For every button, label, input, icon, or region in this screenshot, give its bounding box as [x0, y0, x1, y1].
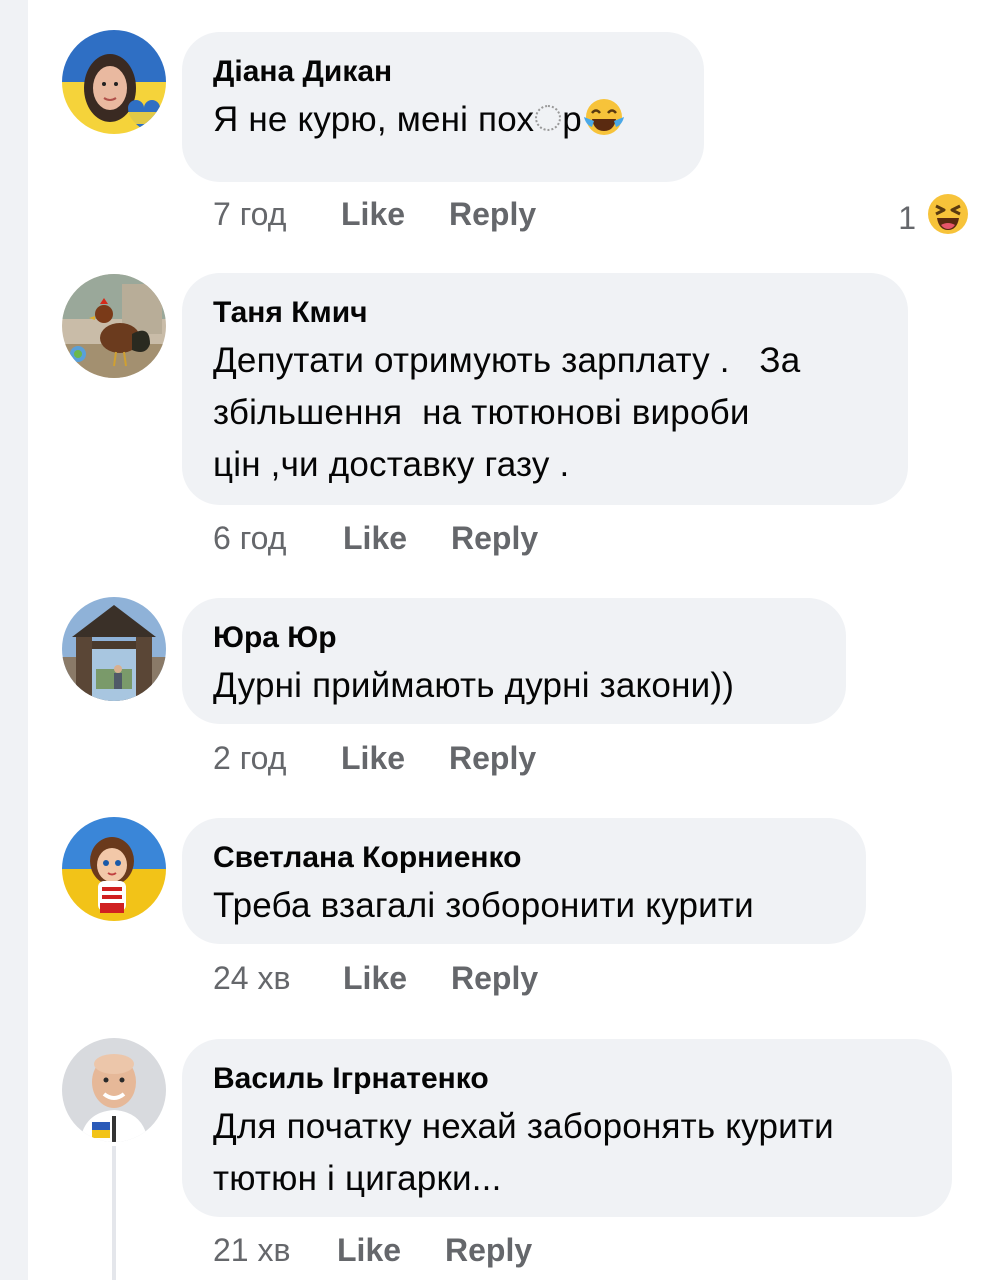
comment-author[interactable]: Василь Ігрнатенко [213, 1061, 921, 1097]
haha-reaction-icon [926, 192, 970, 244]
comment-text-line: збільшення на тютюнові вироби [213, 393, 750, 432]
avatar-image [62, 274, 166, 378]
avatar-image [62, 1038, 166, 1142]
comment-text: Депутати отримують зарплату . За збільше… [213, 335, 877, 491]
comment-actions: 6 год Like Reply [213, 520, 538, 557]
comment-actions: 2 год Like Reply [213, 740, 536, 777]
reply-thread-line [112, 1146, 116, 1280]
reply-button[interactable]: Reply [451, 520, 538, 557]
comment-time[interactable]: 7 год [213, 196, 341, 233]
comment-bubble: Діана Дикан Я не курю, мені пох р [182, 32, 704, 182]
reaction-summary[interactable]: 1 [898, 192, 970, 244]
comment-text-line: цін ,чи доставку газу . [213, 445, 570, 484]
comment-time[interactable]: 2 год [213, 740, 341, 777]
comment-author[interactable]: Діана Дикан [213, 54, 673, 90]
comment-text-tail: р [562, 100, 582, 139]
avatar[interactable] [62, 1038, 166, 1142]
like-button[interactable]: Like [341, 196, 449, 233]
comment-actions: 7 год Like Reply [213, 196, 536, 233]
comment-actions: 21 хв Like Reply [213, 1232, 532, 1269]
reply-button[interactable]: Reply [445, 1232, 532, 1269]
reply-button[interactable]: Reply [449, 196, 536, 233]
like-button[interactable]: Like [343, 520, 451, 557]
comment-text-line: Для початку нехай заборонять курити [213, 1107, 834, 1146]
comment-text: Для початку нехай заборонять курити тютю… [213, 1101, 921, 1205]
comment-text-main: Я не курю, мені пох [213, 100, 535, 139]
comment-text: Я не курю, мені пох р [213, 94, 673, 152]
comment-time[interactable]: 6 год [213, 520, 343, 557]
reply-button[interactable]: Reply [451, 960, 538, 997]
comment-time[interactable]: 21 хв [213, 1232, 337, 1269]
avatar-image [62, 817, 166, 921]
left-panel-edge [0, 0, 28, 1280]
comment-bubble: Таня Кмич Депутати отримують зарплату . … [182, 273, 908, 505]
comment-bubble: Светлана Корниенко Треба взагалі зоборон… [182, 818, 866, 944]
avatar[interactable] [62, 274, 166, 378]
comment-time[interactable]: 24 хв [213, 960, 343, 997]
avatar-image [62, 30, 166, 134]
comment-text: Дурні приймають дурні закони)) [213, 666, 735, 705]
comment-bubble: Василь Ігрнатенко Для початку нехай забо… [182, 1039, 952, 1217]
comment-author[interactable]: Таня Кмич [213, 295, 877, 331]
comment-text-line: Депутати отримують зарплату . За [213, 341, 801, 380]
like-button[interactable]: Like [343, 960, 451, 997]
comment-author[interactable]: Светлана Корниенко [213, 840, 835, 876]
censored-glyph-icon [535, 105, 562, 131]
comment-bubble: Юра Юр Дурні приймають дурні закони)) [182, 598, 846, 724]
avatar[interactable] [62, 817, 166, 921]
avatar-image [62, 597, 166, 701]
comment-author[interactable]: Юра Юр [213, 620, 815, 656]
like-button[interactable]: Like [337, 1232, 445, 1269]
comment-actions: 24 хв Like Reply [213, 960, 538, 997]
reaction-count: 1 [898, 199, 916, 236]
avatar[interactable] [62, 597, 166, 701]
laughing-emoji-icon [582, 97, 626, 152]
avatar[interactable] [62, 30, 166, 134]
reply-button[interactable]: Reply [449, 740, 536, 777]
comment-text: Треба взагалі зоборонити курити [213, 886, 754, 925]
comment-text-line: тютюн і цигарки... [213, 1159, 502, 1198]
like-button[interactable]: Like [341, 740, 449, 777]
